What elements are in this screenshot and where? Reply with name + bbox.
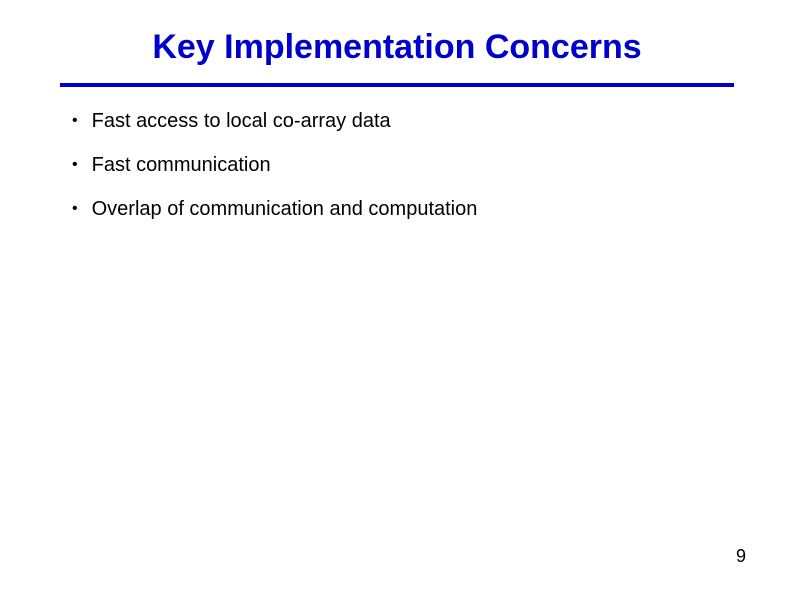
slide-title: Key Implementation Concerns [60, 0, 734, 79]
bullet-marker: • [72, 153, 78, 177]
bullet-text: Fast access to local co-array data [92, 109, 391, 133]
slide-content: • Fast access to local co-array data • F… [72, 109, 734, 221]
bullet-text: Overlap of communication and computation [92, 197, 478, 221]
bullet-text: Fast communication [92, 153, 271, 177]
bullet-marker: • [72, 197, 78, 221]
page-number: 9 [736, 546, 746, 567]
list-item: • Fast access to local co-array data [72, 109, 734, 133]
bullet-marker: • [72, 109, 78, 133]
slide-container: Key Implementation Concerns • Fast acces… [0, 0, 794, 595]
list-item: • Fast communication [72, 153, 734, 177]
title-divider [60, 83, 734, 87]
list-item: • Overlap of communication and computati… [72, 197, 734, 221]
